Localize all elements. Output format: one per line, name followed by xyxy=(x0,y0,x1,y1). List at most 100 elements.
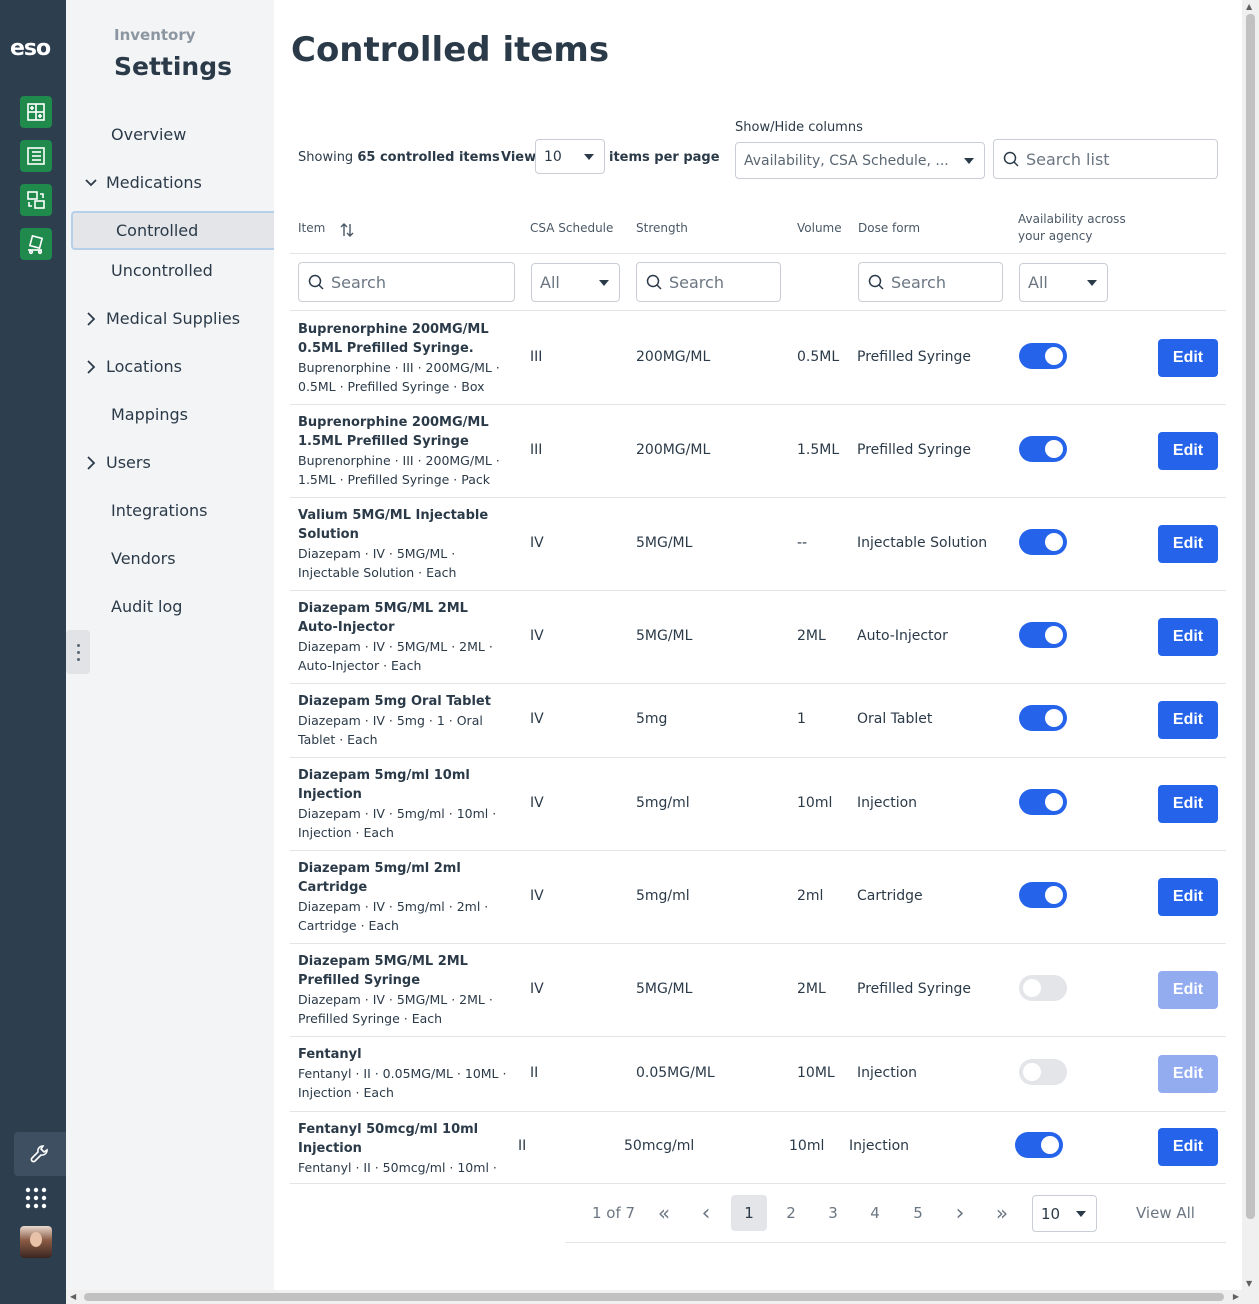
col-header-csa[interactable]: CSA Schedule xyxy=(530,220,613,237)
sidebar-item-vendors[interactable]: Vendors xyxy=(111,549,176,568)
edit-button[interactable]: Edit xyxy=(1158,524,1218,563)
edit-button[interactable]: Edit xyxy=(1158,431,1218,470)
vertical-scroll-thumb[interactable] xyxy=(1246,14,1255,1219)
horizontal-scrollbar[interactable]: ◀ ▶ xyxy=(66,1290,1259,1304)
chevron-right-icon[interactable] xyxy=(84,455,98,471)
col-header-availability[interactable]: Availability across your agency xyxy=(1018,211,1126,245)
cart-app-icon[interactable] xyxy=(20,228,52,260)
pager-size-value: 10 xyxy=(1041,1204,1061,1223)
edit-button[interactable]: Edit xyxy=(1158,877,1218,916)
pager-size-select[interactable]: 10 xyxy=(1032,1195,1097,1232)
table-row: Valium 5MG/ML Injectable Solution Diazepa… xyxy=(290,497,1226,590)
dose-form-filter-input[interactable]: Search xyxy=(858,262,1003,302)
availability-toggle[interactable] xyxy=(1015,1132,1063,1158)
edit-button[interactable]: Edit xyxy=(1158,1128,1218,1166)
col-header-dose-form[interactable]: Dose form xyxy=(858,220,920,237)
page-button-5[interactable]: 5 xyxy=(900,1195,936,1231)
caret-down-icon xyxy=(599,279,609,286)
col-header-strength[interactable]: Strength xyxy=(636,220,688,237)
transfer-app-icon[interactable] xyxy=(20,184,52,216)
strength-filter-input[interactable]: Search xyxy=(636,262,781,302)
volume-cell: 10ml xyxy=(789,1138,825,1154)
csa-cell: II xyxy=(518,1138,527,1154)
page-size-select[interactable]: 10 xyxy=(535,139,605,174)
settings-wrench-icon[interactable] xyxy=(14,1132,66,1176)
availability-filter-select[interactable]: All xyxy=(1019,263,1108,302)
item-name: Valium 5MG/ML Injectable Solution Diazepa… xyxy=(298,506,510,582)
first-page-icon[interactable]: « xyxy=(646,1195,682,1231)
next-page-icon[interactable]: › xyxy=(942,1195,978,1231)
availability-toggle[interactable] xyxy=(1019,621,1067,648)
availability-toggle[interactable] xyxy=(1019,435,1067,462)
availability-toggle[interactable] xyxy=(1019,974,1067,1001)
vertical-scrollbar[interactable]: ▲ ▼ xyxy=(1242,0,1259,1290)
sidebar-item-audit-log[interactable]: Audit log xyxy=(111,597,182,616)
sidebar-item-uncontrolled[interactable]: Uncontrolled xyxy=(111,261,213,280)
user-avatar[interactable] xyxy=(20,1226,52,1258)
table-row: Diazepam 5MG/ML 2ML Auto-Injector Diazepa… xyxy=(290,590,1226,683)
divider xyxy=(565,1242,1226,1243)
item-filter-input[interactable]: Search xyxy=(298,262,515,302)
search-list-placeholder: Search list xyxy=(1026,149,1110,169)
csa-cell: IV xyxy=(530,887,544,904)
app-rail: eso xyxy=(0,0,66,1304)
edit-button[interactable]: Edit xyxy=(1158,617,1218,656)
page-button-1[interactable]: 1 xyxy=(731,1195,767,1231)
sidebar-item-medications[interactable]: Medications xyxy=(106,173,202,192)
availability-header-line1: Availability across xyxy=(1018,212,1126,226)
checklist-app-icon[interactable] xyxy=(20,140,52,172)
chevron-down-icon[interactable] xyxy=(84,176,98,190)
search-icon xyxy=(868,274,884,290)
chevron-right-icon[interactable] xyxy=(84,311,98,327)
csa-filter-select[interactable]: All xyxy=(531,263,620,302)
page-button-4[interactable]: 4 xyxy=(857,1195,893,1231)
sidebar-item-locations[interactable]: Locations xyxy=(106,357,182,376)
availability-toggle[interactable] xyxy=(1019,1058,1067,1085)
edit-button[interactable]: Edit xyxy=(1158,338,1218,377)
availability-toggle[interactable] xyxy=(1019,705,1067,731)
availability-toggle[interactable] xyxy=(1019,881,1067,908)
page-button-3[interactable]: 3 xyxy=(815,1195,851,1231)
sidebar-item-overview[interactable]: Overview xyxy=(111,125,186,144)
search-icon xyxy=(308,274,324,290)
dose-form-cell: Prefilled Syringe xyxy=(857,441,971,458)
availability-toggle[interactable] xyxy=(1019,788,1067,815)
columns-select[interactable]: Availability, CSA Schedule, ... xyxy=(735,142,985,179)
strength-filter-placeholder: Search xyxy=(669,272,724,292)
strength-cell: 5mg/ml xyxy=(636,794,690,811)
edit-button[interactable]: Edit xyxy=(1158,784,1218,823)
edit-button[interactable]: Edit xyxy=(1158,970,1218,1009)
page-title: Controlled items xyxy=(291,30,610,70)
item-description: Diazepam · IV · 5mg/ml · 2ml · Cartridge… xyxy=(298,899,489,933)
col-header-item[interactable]: Item xyxy=(298,220,354,237)
table-row: Fentanyl 50mcg/ml 10ml Injection Fentanyl… xyxy=(290,1111,1226,1183)
table-row: Diazepam 5mg/ml 10ml Injection Diazepam ·… xyxy=(290,757,1226,850)
last-page-icon[interactable]: » xyxy=(984,1195,1020,1231)
sidebar-item-integrations[interactable]: Integrations xyxy=(111,501,208,520)
sidebar-item-mappings[interactable]: Mappings xyxy=(111,405,188,424)
horizontal-scroll-thumb[interactable] xyxy=(84,1293,1224,1301)
item-title: Diazepam 5mg/ml 2ml Cartridge xyxy=(298,861,461,895)
page-button-2[interactable]: 2 xyxy=(773,1195,809,1231)
col-header-volume[interactable]: Volume xyxy=(797,220,842,237)
inventory-app-icon[interactable] xyxy=(20,96,52,128)
sidebar-resize-handle[interactable] xyxy=(66,630,90,674)
availability-toggle[interactable] xyxy=(1019,342,1067,369)
edit-button[interactable]: Edit xyxy=(1158,1054,1218,1093)
search-list-input[interactable]: Search list xyxy=(993,139,1218,179)
volume-cell: 2ML xyxy=(797,980,826,997)
item-title: Fentanyl 50mcg/ml 10ml Injection xyxy=(298,1122,479,1156)
strength-cell: 200MG/ML xyxy=(636,441,711,458)
apps-grid-icon[interactable] xyxy=(24,1186,48,1210)
availability-toggle[interactable] xyxy=(1019,528,1067,555)
item-name: Fentanyl 50mcg/ml 10ml Injection Fentanyl… xyxy=(298,1120,510,1177)
sidebar-item-medical-supplies[interactable]: Medical Supplies xyxy=(106,309,240,328)
view-all-link[interactable]: View All xyxy=(1136,1204,1195,1222)
strength-cell: 50mcg/ml xyxy=(624,1138,695,1154)
sidebar-item-users[interactable]: Users xyxy=(106,453,151,472)
chevron-right-icon[interactable] xyxy=(84,359,98,375)
strength-cell: 5MG/ML xyxy=(636,534,693,551)
sort-icon[interactable] xyxy=(339,222,355,238)
prev-page-icon[interactable]: ‹ xyxy=(688,1195,724,1231)
edit-button[interactable]: Edit xyxy=(1158,701,1218,739)
